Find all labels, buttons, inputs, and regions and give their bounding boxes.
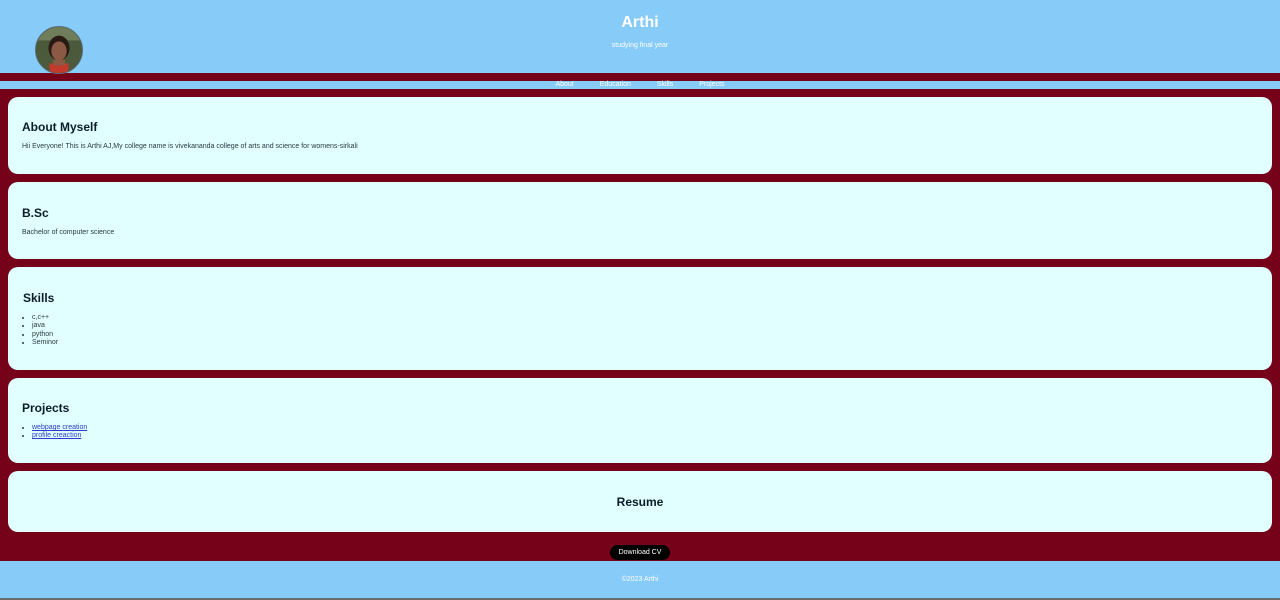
- education-section: B.Sc Bachelor of computer science: [8, 182, 1272, 259]
- projects-list: webpage creation profile creaction: [32, 424, 87, 441]
- profile-photo-icon: [36, 27, 82, 73]
- skill-item: python: [32, 331, 58, 339]
- profile-tagline: studying final year: [611, 42, 669, 49]
- project-link-webpage[interactable]: webpage creation: [32, 424, 87, 431]
- site-header: Arthi studying final year: [0, 0, 1280, 74]
- profile-avatar: [35, 26, 83, 74]
- download-cv-button[interactable]: Download CV: [610, 545, 670, 560]
- project-item: webpage creation: [32, 424, 87, 432]
- education-text: Bachelor of computer science: [22, 229, 115, 236]
- footer-copyright: ©2023 Arthi: [621, 576, 659, 583]
- skills-section: Skills c,c++ java python Seminor: [8, 267, 1272, 370]
- profile-name: Arthi: [621, 14, 659, 31]
- skill-item: Seminor: [32, 339, 58, 347]
- nav-link-projects[interactable]: Projects: [699, 81, 724, 89]
- project-link-profile[interactable]: profile creaction: [32, 432, 81, 439]
- main-nav: About Education Skills Projects: [0, 81, 1280, 89]
- about-heading: About Myself: [22, 120, 98, 134]
- project-item: profile creaction: [32, 432, 87, 440]
- skills-list: c,c++ java python Seminor: [32, 314, 58, 348]
- nav-link-education[interactable]: Education: [600, 81, 631, 89]
- resume-heading: Resume: [616, 495, 664, 509]
- about-text: Hii Everyone! This is Arthi AJ,My colleg…: [22, 143, 358, 150]
- education-heading: B.Sc: [22, 206, 49, 220]
- nav-link-skills[interactable]: Skills: [657, 81, 673, 89]
- skill-item: c,c++: [32, 314, 58, 322]
- projects-heading: Projects: [22, 401, 70, 415]
- resume-section: Resume: [8, 471, 1272, 532]
- about-section: About Myself Hii Everyone! This is Arthi…: [8, 97, 1272, 174]
- site-footer: ©2023 Arthi: [0, 561, 1280, 600]
- projects-section: Projects webpage creation profile creact…: [8, 378, 1272, 463]
- nav-link-about[interactable]: About: [555, 81, 573, 89]
- skills-heading: Skills: [23, 291, 55, 305]
- skill-item: java: [32, 322, 58, 330]
